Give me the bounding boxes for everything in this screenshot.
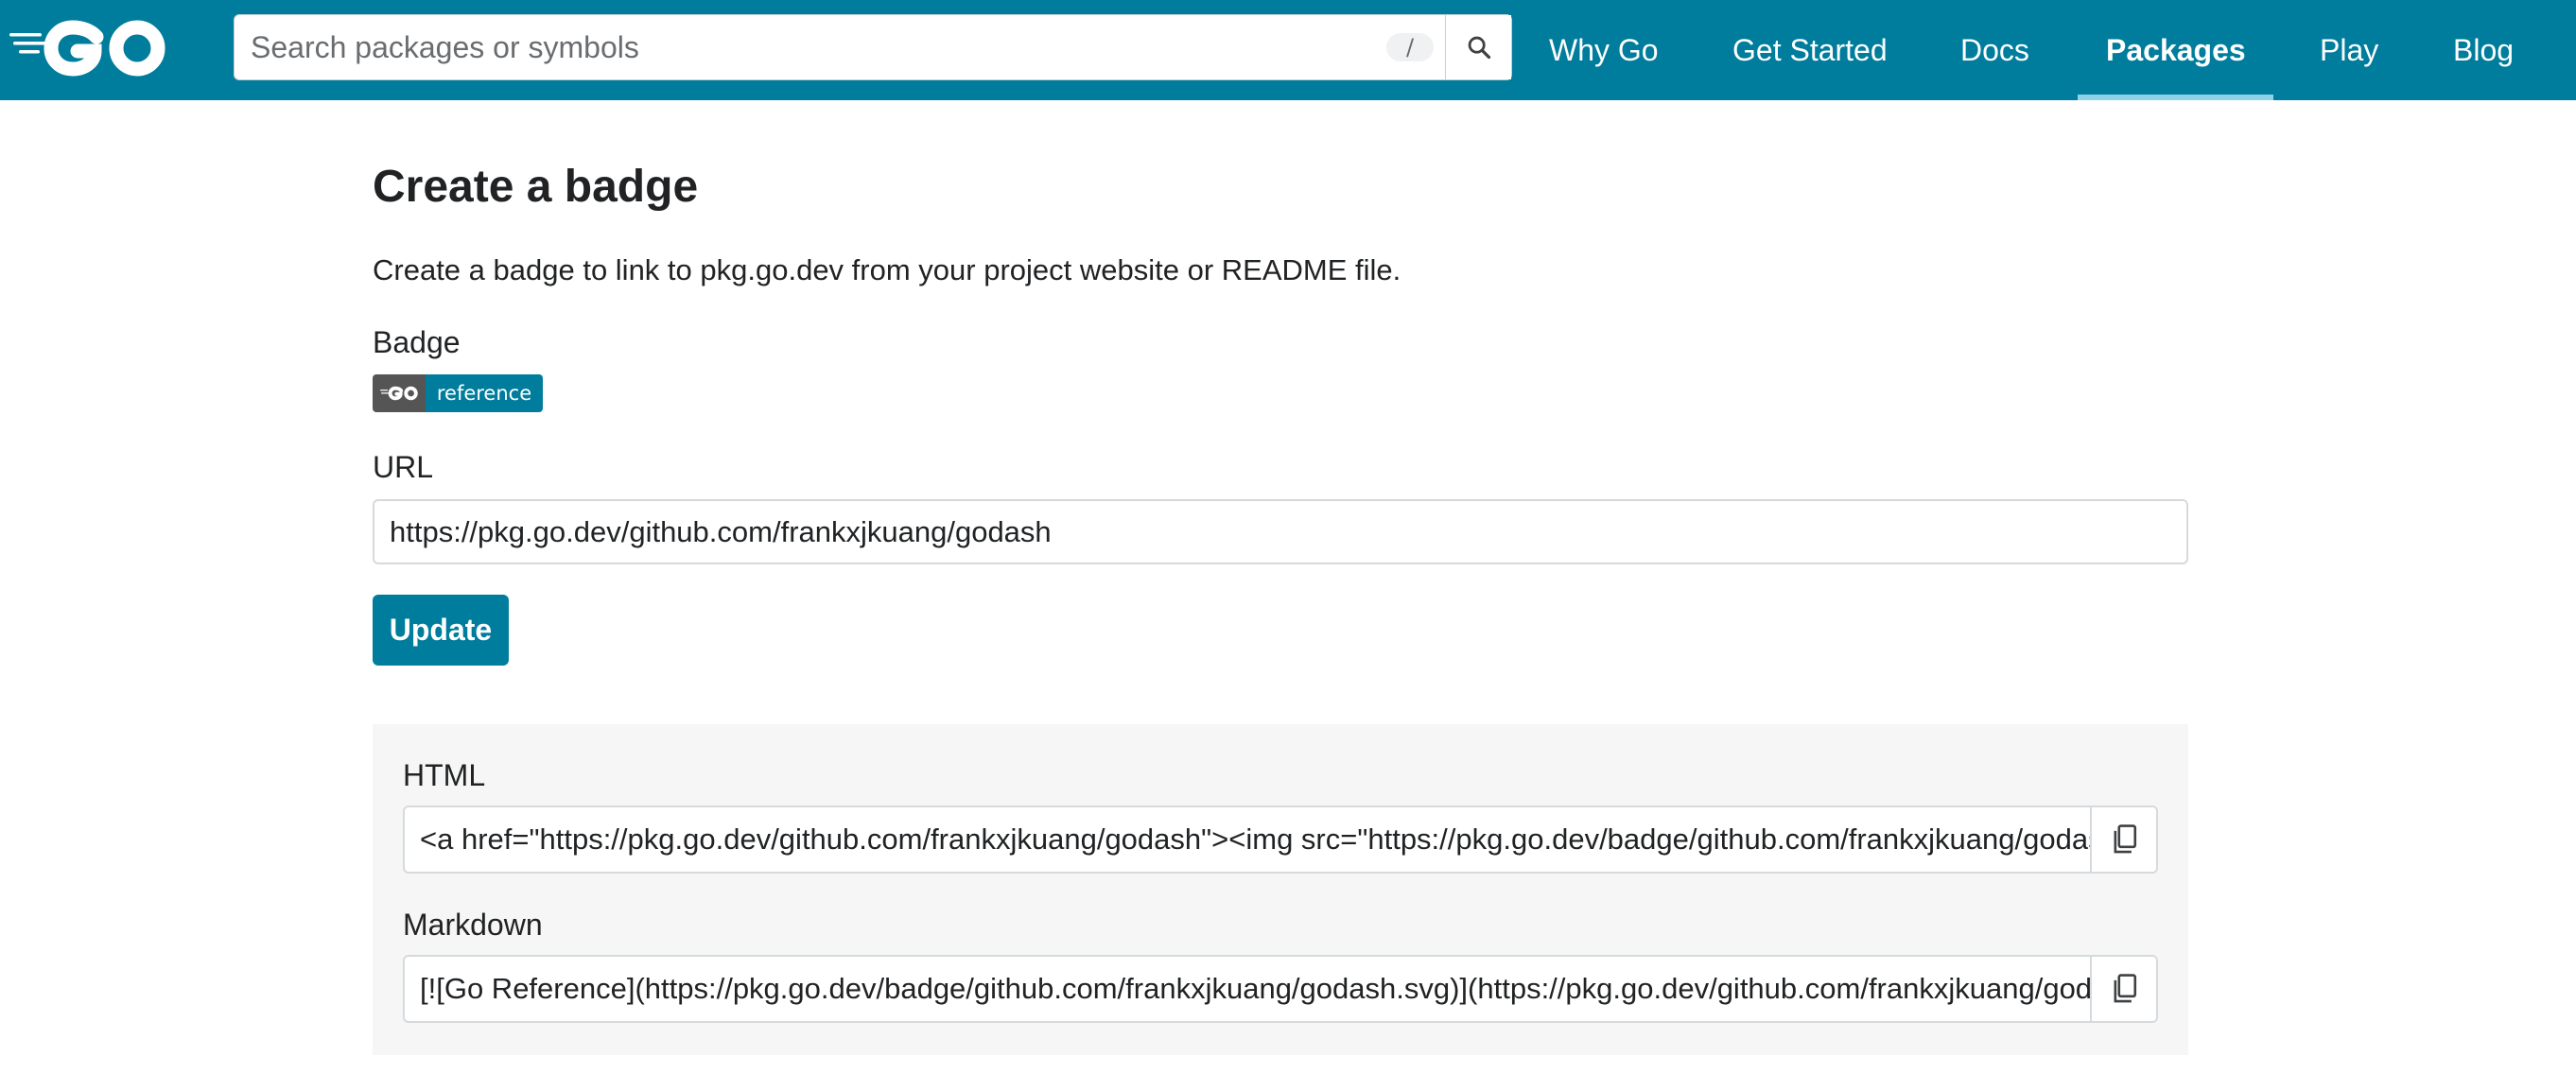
markdown-snippet-field	[403, 955, 2158, 1023]
nav-why-go[interactable]: Why Go	[1549, 0, 1659, 100]
nav-packages[interactable]: Packages	[2106, 0, 2246, 100]
go-logo-small-icon: GO	[380, 386, 418, 401]
search-icon	[1468, 36, 1490, 60]
markdown-snippet-input[interactable]	[405, 957, 2092, 1021]
search-button[interactable]	[1445, 15, 1511, 79]
site-header: GO / Why Go Get Started Docs Packages Pl…	[0, 0, 2576, 100]
badge-label: Badge	[373, 325, 461, 359]
copy-markdown-button[interactable]	[2090, 957, 2156, 1021]
page-description: Create a badge to link to pkg.go.dev fro…	[373, 253, 1401, 286]
html-snippet-field	[403, 805, 2158, 874]
copy-icon	[2114, 974, 2137, 1003]
nav-get-started[interactable]: Get Started	[1732, 0, 1888, 100]
go-logo-icon[interactable]: GO	[9, 17, 166, 79]
url-input[interactable]	[373, 499, 2188, 564]
active-nav-indicator	[2078, 95, 2273, 100]
badge-go-logo: GO	[373, 374, 426, 412]
html-label: HTML	[403, 758, 486, 792]
html-snippet-input[interactable]	[405, 807, 2092, 872]
nav-play[interactable]: Play	[2320, 0, 2378, 100]
nav-blog[interactable]: Blog	[2453, 0, 2514, 100]
snippets-panel: HTML Markdown	[373, 724, 2188, 1055]
copy-html-button[interactable]	[2090, 807, 2156, 872]
search-input[interactable]	[235, 15, 1445, 79]
badge-preview: GO reference	[373, 374, 543, 412]
search-shortcut-key: /	[1386, 33, 1434, 61]
badge-reference-text: reference	[426, 374, 543, 412]
page-title: Create a badge	[373, 162, 699, 212]
nav-docs[interactable]: Docs	[1960, 0, 2029, 100]
url-label: URL	[373, 450, 434, 484]
search-bar: /	[234, 14, 1512, 80]
copy-icon	[2114, 824, 2137, 854]
markdown-label: Markdown	[403, 908, 543, 942]
update-button[interactable]: Update	[373, 595, 509, 666]
